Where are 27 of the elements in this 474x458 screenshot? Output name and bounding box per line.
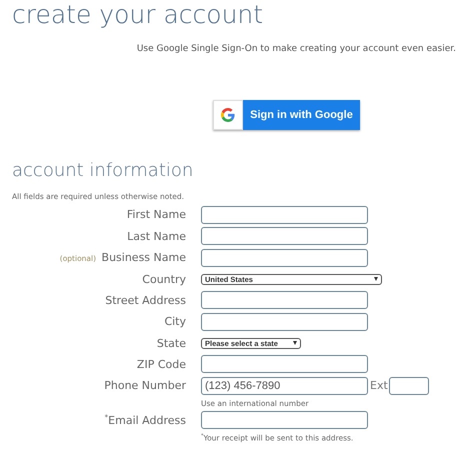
field-label: $^{*}$Email Address [104, 414, 186, 428]
input-field[interactable] [201, 227, 368, 246]
input-field[interactable] [201, 248, 368, 267]
caret-icon [374, 277, 378, 281]
section-heading: account information [12, 160, 194, 182]
field-label: Street Address [105, 294, 186, 307]
field-label: Ext [370, 379, 388, 392]
field-label: Country [142, 272, 186, 286]
field-label: State [156, 336, 186, 350]
google-sign-in-button[interactable]: Sign in with Google [213, 100, 360, 130]
field-label: Phone Number [104, 379, 186, 392]
caret-icon [293, 341, 297, 345]
input-field[interactable] [201, 291, 368, 310]
google-g-icon [221, 108, 235, 122]
field-label: First Name [126, 208, 186, 222]
field-label: ZIP Code [136, 358, 186, 371]
input-field[interactable] [201, 312, 368, 331]
field-label: Last Name [127, 230, 186, 243]
input-field[interactable] [388, 376, 429, 395]
field-label: City [164, 315, 186, 328]
field-label: Business Name [102, 251, 186, 264]
input-field[interactable] [201, 355, 368, 374]
input-field[interactable] [201, 206, 368, 224]
input-field[interactable]: (123) 456-7890 [201, 376, 368, 395]
page-title: create your account [11, 0, 264, 30]
sso-note: Use Google Single Sign-On to make creating your account even easier. [136, 44, 456, 54]
input-field[interactable] [201, 411, 368, 430]
